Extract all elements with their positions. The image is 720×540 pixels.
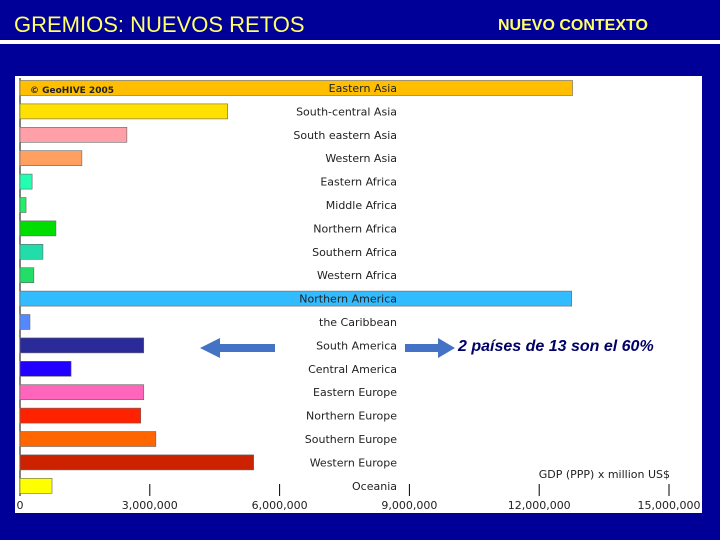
bar: [19, 360, 72, 377]
gdp-bar-chart: Eastern Asia South-central Asia South east…: [17, 78, 701, 512]
bar: [19, 477, 53, 494]
bar: [19, 173, 33, 190]
annotation-text: 2 países de 13 son el 60%: [458, 338, 654, 355]
category-label: Southern Africa: [312, 246, 397, 259]
category-label: South America: [316, 339, 397, 352]
category-label: Middle Africa: [326, 199, 397, 212]
category-label: Northern Europe: [306, 410, 397, 423]
bar: [19, 384, 145, 401]
category-label: Western Asia: [325, 152, 397, 165]
category-label: Western Africa: [317, 269, 397, 282]
bar: [19, 454, 254, 471]
bar: [19, 267, 35, 284]
bar: [19, 337, 145, 354]
x-tick-label: 3,000,000: [122, 499, 178, 512]
category-label: Central America: [308, 363, 397, 376]
x-tick-label: 0: [17, 499, 24, 512]
category-label: Western Europe: [310, 456, 398, 469]
bar: [19, 197, 27, 213]
x-axis-label: GDP (PPP) x million US$: [539, 468, 670, 481]
category-label: Northern America: [299, 293, 397, 306]
arrow-right-icon: [405, 338, 455, 358]
bar: [19, 407, 142, 424]
arrow-left-icon: [200, 338, 275, 358]
bar: [19, 431, 157, 447]
credit-text: © GeoHIVE 2005: [30, 86, 114, 96]
category-label: Oceania: [352, 480, 397, 493]
x-tick-label: 12,000,000: [508, 499, 571, 512]
category-label: South eastern Asia: [293, 129, 397, 142]
bar: [19, 244, 44, 260]
bar: [19, 150, 83, 166]
x-tick-label: 6,000,000: [252, 499, 308, 512]
bar: [19, 220, 57, 237]
bar: [19, 314, 31, 330]
category-label: Northern Africa: [313, 222, 397, 235]
category-label: Eastern Africa: [320, 176, 397, 189]
bar: [19, 290, 572, 307]
bar: [19, 127, 128, 143]
category-label: South-central Asia: [296, 105, 397, 118]
x-tick-label: 9,000,000: [381, 499, 437, 512]
category-label: Eastern Asia: [329, 82, 397, 95]
category-label: Southern Europe: [305, 433, 397, 446]
category-label: Eastern Europe: [313, 386, 397, 399]
category-label: the Caribbean: [319, 316, 397, 329]
bar: [19, 103, 228, 120]
x-tick-label: 15,000,000: [638, 499, 701, 512]
